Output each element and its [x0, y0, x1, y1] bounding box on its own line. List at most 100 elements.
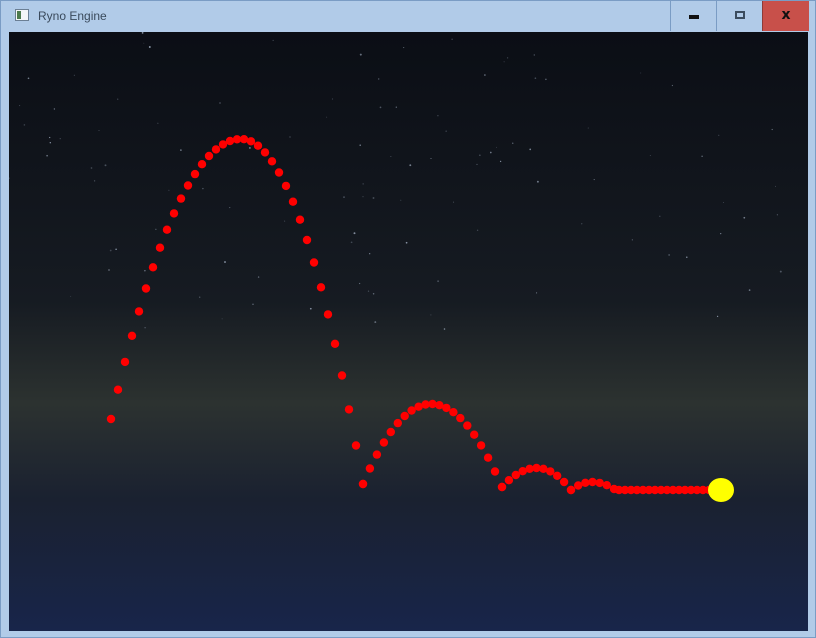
- star: [405, 241, 408, 244]
- star: [593, 179, 595, 181]
- trail-dot: [581, 478, 590, 487]
- trail-dot: [546, 467, 555, 476]
- star: [668, 254, 670, 256]
- trail-dot: [483, 453, 493, 462]
- trail-dot: [106, 414, 116, 424]
- trail-dot: [365, 464, 375, 473]
- star: [49, 142, 51, 144]
- maximize-button[interactable]: [716, 1, 762, 31]
- star: [104, 164, 107, 167]
- trail-dot: [566, 485, 576, 495]
- trail-dot: [602, 481, 611, 490]
- star: [536, 180, 539, 183]
- trail-dot: [288, 197, 298, 206]
- trail-dot: [155, 243, 165, 252]
- star: [331, 98, 334, 100]
- trail-dot: [148, 263, 158, 272]
- star: [671, 84, 674, 87]
- minimize-icon: [689, 15, 699, 19]
- trail-dot: [113, 385, 123, 394]
- game-viewport[interactable]: [9, 32, 808, 631]
- star: [743, 216, 746, 219]
- star: [353, 232, 356, 235]
- trail-dot: [358, 479, 368, 489]
- trail-dot: [309, 258, 319, 267]
- star: [359, 144, 361, 146]
- star: [529, 148, 532, 151]
- trail-dot: [372, 450, 382, 459]
- trail-dot: [463, 421, 472, 430]
- star: [49, 136, 51, 139]
- trail-dot: [337, 371, 347, 380]
- star: [115, 248, 117, 250]
- star: [168, 189, 170, 191]
- star: [144, 270, 146, 272]
- trail-dot: [470, 430, 479, 439]
- trail-dot: [281, 181, 291, 191]
- trail-dot: [400, 411, 409, 421]
- trail-dot: [351, 441, 361, 450]
- close-button[interactable]: x: [762, 1, 809, 31]
- star: [545, 78, 547, 81]
- star: [484, 74, 486, 76]
- trail-dot: [190, 169, 200, 179]
- trail-dot: [127, 331, 137, 340]
- star: [587, 127, 589, 129]
- star: [309, 307, 312, 310]
- star: [534, 77, 537, 80]
- app-window: Ryno Engine x: [0, 0, 816, 638]
- star: [390, 155, 392, 157]
- star: [701, 155, 703, 157]
- trail-dot: [211, 145, 221, 154]
- trail-dot: [504, 476, 514, 485]
- star: [155, 228, 157, 230]
- star: [512, 142, 514, 144]
- trail-dot: [323, 310, 333, 319]
- trail-dot: [476, 441, 486, 450]
- star: [720, 232, 722, 235]
- star: [536, 292, 538, 294]
- star: [378, 78, 380, 80]
- close-icon: x: [781, 7, 791, 23]
- trail-dot: [176, 194, 186, 203]
- star: [451, 38, 453, 40]
- star: [403, 47, 405, 49]
- trail-dot: [295, 215, 305, 224]
- minimize-button[interactable]: [670, 1, 716, 31]
- star: [108, 269, 110, 271]
- trail-dot: [595, 478, 604, 488]
- title-bar[interactable]: Ryno Engine x: [1, 1, 815, 31]
- star: [229, 207, 231, 209]
- star: [631, 239, 633, 241]
- star: [748, 289, 751, 291]
- trail-dot: [204, 151, 214, 161]
- star: [372, 197, 375, 199]
- star: [73, 74, 75, 76]
- trail-dot: [449, 408, 458, 417]
- trail-dot: [456, 413, 465, 423]
- maximize-icon: [735, 11, 745, 19]
- star: [771, 128, 773, 131]
- trail-dot: [253, 141, 263, 150]
- star: [343, 196, 345, 198]
- star: [23, 124, 26, 126]
- star: [479, 154, 481, 156]
- star: [117, 98, 119, 100]
- star: [533, 54, 535, 56]
- star: [98, 129, 100, 131]
- star: [716, 315, 719, 318]
- star: [180, 149, 182, 151]
- star: [379, 106, 382, 109]
- star: [430, 158, 432, 159]
- star: [437, 115, 439, 117]
- trail-dot: [169, 209, 179, 218]
- window-title: Ryno Engine: [38, 9, 107, 23]
- star: [141, 32, 144, 34]
- star: [581, 223, 583, 225]
- star: [649, 155, 651, 157]
- star: [640, 72, 642, 74]
- trail-dot: [183, 181, 193, 190]
- star: [362, 183, 364, 185]
- star: [358, 282, 361, 285]
- star: [257, 276, 260, 278]
